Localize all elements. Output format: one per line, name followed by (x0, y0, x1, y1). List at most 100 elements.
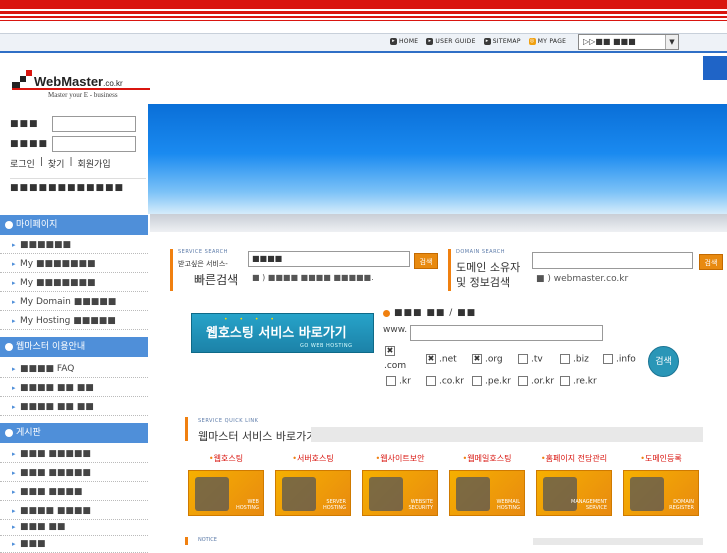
service-image: DOMAIN REGISTER (623, 470, 699, 516)
find-link[interactable]: 찾기 (48, 157, 65, 170)
menu-item[interactable]: ■■■ ■■■■■ (0, 464, 148, 482)
bullet-icon (383, 309, 390, 317)
service-server-hosting[interactable]: 서버호스팅 SERVER HOSTING (275, 453, 351, 516)
domain-register: ■■■ ■■ / ■■ www. (383, 308, 683, 341)
home-icon: ▸ (390, 38, 397, 45)
web-hosting-button-sub: GO WEB HOSTING (300, 343, 353, 349)
menu-item[interactable]: My Domain ■■■■■ (0, 293, 148, 311)
service-webmail-hosting[interactable]: 웹메일호스팅 WEBMAIL HOSTING (449, 453, 525, 516)
quick-link-eng: SERVICE QUICK LINK (198, 418, 259, 424)
separator: | (39, 157, 43, 167)
menu-head-board[interactable]: 게시판 (0, 423, 148, 443)
domain-input[interactable] (410, 325, 603, 341)
tld-re-kr[interactable]: .re.kr (560, 376, 597, 387)
separator: | (69, 157, 73, 167)
domain-search-input[interactable] (532, 252, 693, 269)
domain-search-title-2: 및 정보검색 (456, 276, 511, 289)
service-management[interactable]: 홈페이지 전담관리 MANAGEMENT SERVICE (536, 453, 612, 516)
top-link-sitemap[interactable]: ▸ SITEMAP (483, 38, 521, 45)
logo-underline (12, 88, 150, 90)
menu-head-guide[interactable]: 웹마스터 이용안내 (0, 337, 148, 357)
service-search: SERVICE SEARCH 받고싶은 서비스- 빠른검색 ■■■■ 검색 ■ … (170, 249, 440, 291)
service-search-title: 빠른검색 (194, 273, 239, 287)
tld-com[interactable]: ✖ (385, 346, 398, 357)
user-guide-icon: ▸ (426, 38, 434, 45)
domain-search-note: ■ ) webmaster.co.kr (536, 274, 629, 284)
tld-or-kr[interactable]: .or.kr (518, 376, 554, 387)
tld-tv[interactable]: .tv (518, 354, 543, 365)
service-image: WEBMAIL HOSTING (449, 470, 525, 516)
service-caption: DOMAIN REGISTER (669, 499, 694, 511)
tld-kr[interactable]: .kr (386, 376, 411, 387)
menu-item[interactable]: ■■■■ ■■ ■■ (0, 398, 148, 416)
top-link-user-guide[interactable]: ▸ USER GUIDE (426, 38, 475, 45)
service-label: 웹호스팅 (188, 453, 264, 464)
service-image: WEBSITE SECURITY (362, 470, 438, 516)
header-stripe (0, 20, 727, 21)
top-links: ▸ HOME ▸ USER GUIDE ▸ SITEMAP ◎ MY PAGE (390, 38, 566, 45)
service-website-security[interactable]: 웹사이트보안 WEBSITE SECURITY (362, 453, 438, 516)
tld-org[interactable]: ✖ .org (472, 354, 503, 365)
service-label: 웹사이트보안 (362, 453, 438, 464)
service-label: 서버호스팅 (275, 453, 351, 464)
service-image: MANAGEMENT SERVICE (536, 470, 612, 516)
menu-item[interactable]: ■■■■ ■■ ■■ (0, 379, 148, 397)
logo-mark (26, 70, 32, 76)
service-search-button[interactable]: 검색 (414, 253, 438, 269)
tld-pe-kr[interactable]: .pe.kr (472, 376, 511, 387)
id-label: ■■■ (10, 119, 39, 129)
login-bottom-link[interactable]: ■■■■■■■■■■■■ (10, 178, 146, 193)
menu-item[interactable]: My Hosting ■■■■■ (0, 312, 148, 330)
site-logo[interactable]: WebMaster.co.kr Master your E - business (12, 70, 152, 106)
menu-item[interactable]: ■■■ ■■■■■ (0, 445, 148, 463)
section-bar (185, 537, 188, 545)
section-bar (448, 249, 451, 291)
service-domain-register[interactable]: 도메인등록 DOMAIN REGISTER (623, 453, 699, 516)
checkbox-icon (603, 354, 613, 364)
checkbox-icon (426, 376, 436, 386)
top-link-home[interactable]: ▸ HOME (390, 38, 418, 45)
header-stripe (0, 0, 727, 9)
service-image: WEB HOSTING (188, 470, 264, 516)
tld-net[interactable]: ✖ .net (426, 354, 457, 365)
quick-link-title: 웹마스터 서비스 바로가기 (198, 430, 317, 443)
checkbox-icon (518, 354, 528, 364)
domain-search-button[interactable]: 검색 (699, 254, 723, 270)
signup-link[interactable]: 회원가입 (78, 157, 111, 170)
menu-item[interactable]: ■■■ ■■ (0, 518, 148, 536)
web-hosting-shortcut-button[interactable]: • • • • 웹호스팅 서비스 바로가기 GO WEB HOSTING (191, 313, 374, 353)
service-web-hosting[interactable]: 웹호스팅 WEB HOSTING (188, 453, 264, 516)
service-search-note: ■ ) ■■■■ ■■■■ ■■■■■. (252, 273, 374, 282)
menu-item[interactable]: ■■■ ■■■■ (0, 483, 148, 501)
login-link[interactable]: 로그인 (10, 157, 35, 170)
checkbox-icon (472, 376, 482, 386)
service-caption: WEB HOSTING (235, 499, 259, 511)
tld-co-kr[interactable]: .co.kr (426, 376, 464, 387)
checkbox-checked-icon: ✖ (426, 354, 436, 364)
quick-link-header: SERVICE QUICK LINK 웹마스터 서비스 바로가기 (185, 417, 703, 443)
logo-text: WebMaster.co.kr (34, 74, 123, 89)
menu-item[interactable]: ■■■■■■ (0, 236, 148, 254)
hero-corner (703, 56, 727, 80)
notice-eng: NOTICE (198, 537, 217, 543)
logo-mark (20, 76, 26, 82)
domain-search-eng: DOMAIN SEARCH (456, 249, 506, 255)
site-select[interactable]: ▷▷■■ ■■■ ▼ (578, 34, 679, 50)
header-stripe (0, 16, 727, 18)
tld-biz[interactable]: .biz (560, 354, 589, 365)
section-bar (185, 417, 188, 441)
menu-item[interactable]: My ■■■■■■■ (0, 274, 148, 292)
menu-item[interactable]: ■■■■ FAQ (0, 360, 148, 378)
top-link-my-page[interactable]: ◎ MY PAGE (528, 38, 567, 45)
tld-com-label: .com (384, 361, 407, 371)
id-input[interactable] (52, 116, 136, 132)
service-search-input[interactable]: ■■■■ (248, 251, 410, 267)
menu-item[interactable]: ■■■ (0, 535, 148, 553)
menu-item[interactable]: My ■■■■■■■ (0, 255, 148, 273)
menu-head-mypage[interactable]: 마이페이지 (0, 215, 148, 235)
domain-search-round-button[interactable]: 검색 (648, 346, 679, 377)
tld-info[interactable]: .info (603, 354, 636, 365)
password-input[interactable] (52, 136, 136, 152)
section-bar (170, 249, 173, 291)
sitemap-icon: ▸ (483, 38, 491, 45)
